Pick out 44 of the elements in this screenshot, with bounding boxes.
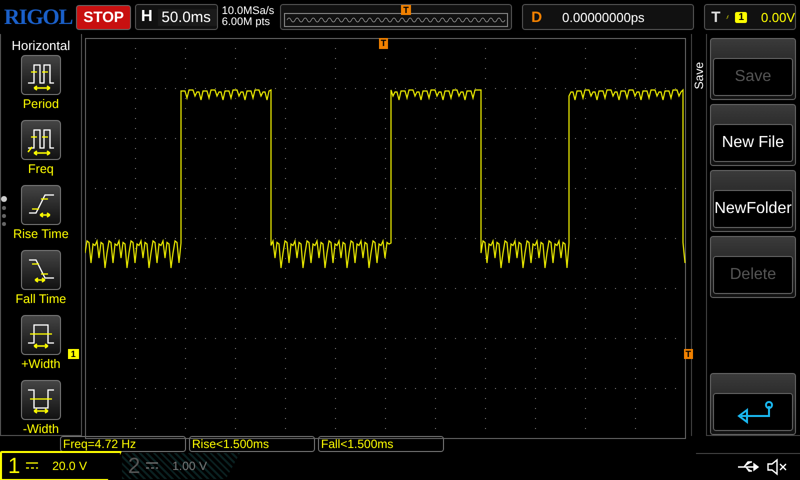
menu-button[interactable] xyxy=(713,393,793,431)
trigger-source-badge: 1 xyxy=(735,12,748,22)
run-state-indicator[interactable]: STOP xyxy=(76,4,131,30)
channel-number: 1 xyxy=(8,453,20,479)
menu-button[interactable]: New File xyxy=(713,124,793,162)
speaker-muted-icon xyxy=(766,458,788,476)
channel-scale: 20.0 V xyxy=(52,459,87,473)
channel-offset-marker: 1 xyxy=(68,349,79,359)
trigger-label: T xyxy=(711,8,720,26)
measure-label: Fall Time xyxy=(16,292,66,306)
trigger-level-marker: T xyxy=(684,349,693,359)
trigger-position-marker: T xyxy=(401,5,411,15)
memory-depth: 6.00M pts xyxy=(222,17,272,28)
timebase-label: H xyxy=(140,8,154,26)
dc-coupling-icon xyxy=(146,462,158,470)
sample-rate: 10.0MSa/s xyxy=(222,6,274,17)
measurement-readout: Fall<1.500ms xyxy=(318,436,444,452)
measure-button[interactable] xyxy=(20,120,61,160)
trigger-position-marker: T xyxy=(378,38,388,49)
measure-label: Period xyxy=(22,97,59,111)
measure-label: -Width xyxy=(22,422,59,436)
channel-scale: 1.00 V xyxy=(172,459,207,473)
measure-button[interactable] xyxy=(20,250,61,290)
measure-button[interactable] xyxy=(20,380,61,420)
brand-logo: RIGOL xyxy=(4,4,72,30)
measure-button[interactable] xyxy=(20,315,61,355)
measure-button[interactable] xyxy=(20,55,61,95)
menu-title: Save xyxy=(692,62,706,90)
channel-tab[interactable]: 1 20.0 V xyxy=(0,451,122,480)
channel-tab[interactable]: 2 1.00 V xyxy=(122,453,240,479)
channel-number: 2 xyxy=(128,453,140,479)
menu-title: Horizontal xyxy=(12,37,70,55)
dc-coupling-icon xyxy=(26,462,38,470)
menu-button[interactable]: NewFolder xyxy=(713,190,793,228)
measurement-readout: Rise<1.500ms xyxy=(189,436,315,452)
measure-label: Rise Time xyxy=(13,227,69,241)
usb-icon xyxy=(736,460,762,474)
measure-label: Freq xyxy=(28,162,54,176)
delay-value[interactable]: 0.00000000ps xyxy=(550,10,645,24)
measure-label: +Width xyxy=(21,357,61,371)
measure-button[interactable] xyxy=(20,185,61,225)
trigger-level[interactable]: 0.00V xyxy=(761,10,795,24)
timebase-value[interactable]: 50.0ms xyxy=(158,8,217,26)
delay-label: D xyxy=(530,8,544,26)
